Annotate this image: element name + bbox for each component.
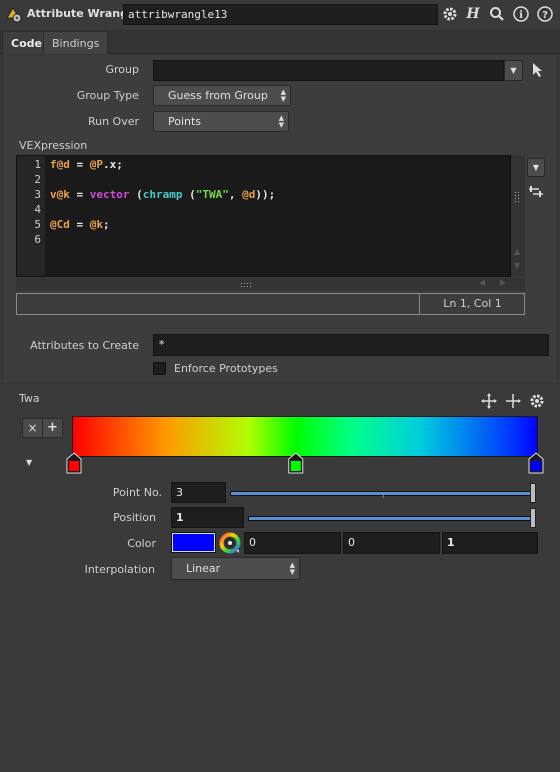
ramp-key-marker[interactable] — [288, 452, 304, 474]
group-input[interactable] — [153, 60, 504, 81]
tab-bindings[interactable]: Bindings — [43, 31, 109, 54]
code-line-5: @Cd = @k; — [50, 218, 110, 231]
arrow-select-icon[interactable] — [530, 62, 544, 78]
ramp-key-marker[interactable] — [528, 452, 544, 474]
run-over-menu[interactable]: Points ▲ ▼ — [153, 111, 289, 132]
position-input[interactable]: 1 — [171, 507, 244, 528]
color-swatch[interactable] — [171, 532, 216, 553]
scroll-left-icon[interactable]: ◀ — [479, 278, 485, 287]
line-number-gutter: 1 2 3 4 5 6 — [17, 156, 45, 276]
scroll-grip-icon[interactable] — [240, 280, 252, 288]
position-slider-track — [248, 516, 536, 521]
vertical-scrollbar[interactable]: ▲ ▼ — [511, 155, 525, 277]
updown-icon: ▲ ▼ — [280, 88, 286, 103]
svg-text:i: i — [519, 10, 523, 21]
ramp-key-marker[interactable] — [66, 452, 82, 474]
info-icon[interactable]: i — [512, 5, 530, 23]
add-key-icon[interactable] — [504, 392, 522, 410]
horizontal-scrollbar[interactable]: ◀ ▶ — [16, 278, 525, 291]
run-over-label: Run Over — [87, 115, 139, 128]
updown-icon: ▲ ▼ — [278, 114, 284, 129]
position-slider[interactable] — [246, 508, 538, 528]
group-label: Group — [105, 63, 140, 76]
group-type-value: Guess from Group — [168, 89, 268, 102]
code-line-3: v@k = vector (chramp ("TWA", @d)); — [50, 188, 276, 201]
gear-icon[interactable] — [441, 5, 459, 23]
scroll-down-icon[interactable]: ▼ — [514, 261, 520, 270]
slider-tick — [383, 495, 384, 498]
line-number: 3 — [34, 188, 41, 201]
attributes-to-create-input[interactable]: * — [153, 334, 549, 356]
point-no-slider[interactable] — [228, 483, 538, 503]
group-type-menu[interactable]: Guess from Group ▲ ▼ — [153, 85, 291, 106]
run-over-value: Points — [168, 115, 202, 128]
ramp-gear-icon[interactable] — [528, 392, 546, 410]
point-no-slider-knob[interactable] — [530, 483, 536, 503]
channel-sliders-icon[interactable] — [528, 183, 546, 201]
ramp-expand-icon[interactable]: ▼ — [26, 458, 32, 467]
interpolation-value: Linear — [186, 562, 221, 575]
enforce-prototypes-checkbox[interactable] — [153, 362, 166, 375]
node-name-input[interactable]: attribwrangle13 — [123, 4, 438, 25]
group-dropdown-button[interactable]: ▼ — [504, 60, 523, 81]
line-number: 2 — [34, 173, 41, 186]
vex-code-editor[interactable] — [16, 155, 511, 277]
move-key-icon[interactable] — [480, 392, 498, 410]
key-buttons-group: × + — [22, 418, 63, 438]
color-b-input[interactable]: 1 — [442, 532, 538, 554]
line-number: 4 — [34, 203, 41, 216]
position-slider-knob[interactable] — [530, 508, 536, 528]
interpolation-label: Interpolation — [84, 563, 155, 576]
code-menu-button[interactable]: ▼ — [527, 158, 545, 177]
point-no-label: Point No. — [112, 486, 162, 499]
scroll-right-icon[interactable]: ▶ — [500, 278, 506, 287]
point-no-input[interactable]: 3 — [171, 482, 226, 503]
search-icon[interactable] — [488, 5, 506, 23]
line-number: 6 — [34, 233, 41, 246]
group-type-label: Group Type — [76, 89, 139, 102]
parameter-header: Attribute Wrangle attribwrangle13 H i ? — [0, 0, 560, 29]
scroll-grip-icon[interactable] — [514, 191, 522, 203]
ramp-keys-layer — [66, 452, 544, 474]
interpolation-menu[interactable]: Linear ▲ ▼ — [171, 557, 300, 580]
position-label: Position — [113, 511, 156, 524]
color-label: Color — [127, 537, 156, 550]
ramp-label: Twa — [19, 392, 40, 405]
line-number: 5 — [34, 218, 41, 231]
color-r-input[interactable]: 0 — [244, 532, 341, 554]
scroll-up-icon[interactable]: ▲ — [514, 247, 520, 256]
line-number: 1 — [34, 158, 41, 171]
help-h-icon[interactable]: H — [464, 5, 482, 23]
attributes-to-create-label: Attributes to Create — [30, 339, 139, 352]
color-ramp-bar[interactable] — [72, 416, 538, 457]
color-g-input[interactable]: 0 — [343, 532, 440, 554]
updown-icon: ▲ ▼ — [289, 561, 295, 576]
code-line-1: f@d = @P.x; — [50, 158, 123, 171]
cursor-position: Ln 1, Col 1 — [443, 297, 502, 310]
vexpression-label: VEXpression — [19, 139, 88, 152]
wrangle-node-icon — [4, 4, 24, 24]
svg-text:?: ? — [542, 10, 548, 21]
add-key-button[interactable]: + — [43, 419, 62, 437]
enforce-prototypes-label: Enforce Prototypes — [174, 362, 278, 375]
color-wheel-icon[interactable] — [219, 532, 241, 554]
question-icon[interactable]: ? — [536, 5, 554, 23]
delete-key-button[interactable]: × — [23, 419, 43, 437]
